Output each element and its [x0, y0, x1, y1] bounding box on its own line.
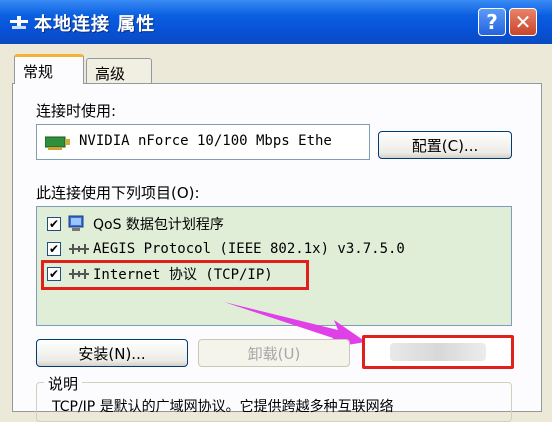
network-adapter-icon: [45, 136, 70, 150]
title-bar: 本地连接 属性 ? ✕: [0, 0, 552, 44]
qos-scheduler-icon: [68, 215, 84, 231]
description-title: 说明: [44, 373, 83, 394]
tcpip-highlight-box: [41, 260, 309, 290]
uninstall-button[interactable]: 卸载(U): [198, 339, 350, 367]
properties-button[interactable]: [362, 335, 514, 369]
install-button[interactable]: 安装(N)...: [36, 339, 188, 367]
list-item-qos[interactable]: ✔ QoS 数据包计划程序: [47, 213, 224, 235]
checkbox-qos[interactable]: ✔: [47, 217, 61, 231]
item-label-qos: QoS 数据包计划程序: [93, 217, 224, 233]
connect-using-label: 连接时使用:: [36, 102, 117, 120]
blurred-label: [390, 343, 486, 361]
help-button[interactable]: ?: [478, 8, 506, 36]
window-title: 本地连接 属性: [34, 14, 156, 35]
close-button[interactable]: ✕: [509, 8, 537, 36]
configure-button[interactable]: 配置(C)...: [378, 131, 512, 159]
checkbox-aegis[interactable]: ✔: [47, 242, 61, 256]
network-protocol-icon: [69, 244, 89, 254]
tab-general[interactable]: 常规: [14, 54, 84, 84]
adapter-field: NVIDIA nForce 10/100 Mbps Ethe: [36, 124, 370, 160]
description-text: TCP/IP 是默认的广域网协议。它提供跨越多种互联网络: [52, 399, 394, 415]
network-connection-icon: [10, 16, 28, 29]
adapter-name: NVIDIA nForce 10/100 Mbps Ethe: [79, 133, 332, 149]
item-label-aegis: AEGIS Protocol (IEEE 802.1x) v3.7.5.0: [93, 241, 405, 257]
list-item-aegis[interactable]: ✔ AEGIS Protocol (IEEE 802.1x) v3.7.5.0: [47, 238, 405, 260]
components-label: 此连接使用下列项目(O):: [36, 184, 200, 202]
tab-advanced[interactable]: 高级: [86, 58, 152, 84]
